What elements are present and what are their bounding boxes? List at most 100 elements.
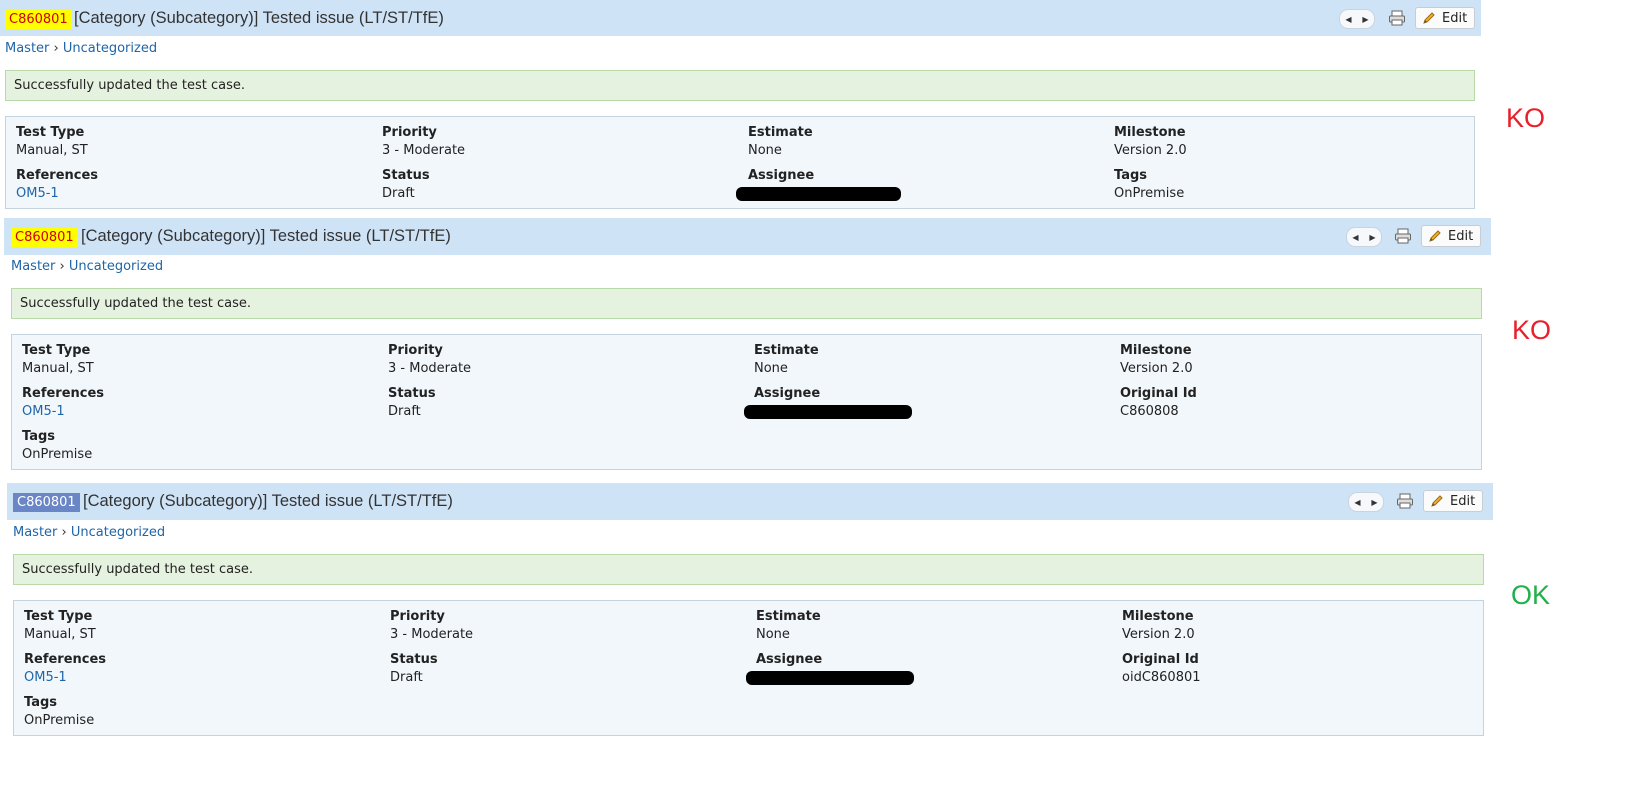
- breadcrumb: Master › Uncategorized: [13, 525, 165, 540]
- field-milestone: Milestone Version 2.0: [1120, 342, 1460, 378]
- field-value: Draft: [390, 670, 423, 685]
- chevron-right-icon[interactable]: ▶: [1357, 10, 1374, 28]
- field-estimate: Estimate None: [754, 342, 1094, 378]
- field-tags: Tags OnPremise: [22, 428, 362, 464]
- field-original-id: Original Id oidC860801: [1122, 651, 1462, 687]
- field-assignee: Assignee: [748, 167, 1088, 185]
- field-value: 3 - Moderate: [382, 143, 466, 158]
- field-value: oidC860801: [1122, 670, 1201, 685]
- field-milestone: Milestone Version 2.0: [1122, 608, 1462, 644]
- field-priority: Priority 3 - Moderate: [382, 124, 722, 160]
- field-label: Estimate: [754, 343, 819, 358]
- field-assignee: Assignee: [756, 651, 1096, 669]
- field-original-id: Original Id C860808: [1120, 385, 1460, 421]
- breadcrumb-uncategorized-link[interactable]: Uncategorized: [63, 41, 157, 56]
- edit-button[interactable]: Edit: [1421, 225, 1481, 247]
- field-label: Priority: [390, 609, 445, 624]
- printer-icon[interactable]: [1396, 492, 1414, 510]
- field-label: Priority: [382, 125, 437, 140]
- breadcrumb-master-link[interactable]: Master: [13, 525, 57, 540]
- edit-button[interactable]: Edit: [1415, 7, 1475, 29]
- edit-button-label: Edit: [1442, 10, 1468, 26]
- field-label: Test Type: [24, 609, 93, 624]
- field-milestone: Milestone Version 2.0: [1114, 124, 1454, 160]
- chevron-right-icon[interactable]: ▶: [1364, 228, 1381, 246]
- field-status: Status Draft: [390, 651, 730, 687]
- field-label: Test Type: [16, 125, 85, 140]
- references-link[interactable]: OM5-1: [16, 185, 356, 203]
- field-value: Version 2.0: [1122, 627, 1195, 642]
- chevron-left-icon[interactable]: ◀: [1347, 228, 1364, 246]
- verdict-label-1: KO: [1506, 103, 1546, 133]
- field-test-type: Test Type Manual, ST: [22, 342, 362, 378]
- breadcrumb-master-link[interactable]: Master: [11, 259, 55, 274]
- field-value: Draft: [388, 404, 421, 419]
- field-tags: Tags OnPremise: [24, 694, 364, 730]
- field-label: Milestone: [1122, 609, 1194, 624]
- case-details-panel: Test Type Manual, ST Priority 3 - Modera…: [5, 116, 1475, 209]
- field-label: Tags: [24, 695, 58, 710]
- redacted-assignee: [746, 671, 914, 685]
- edit-button[interactable]: Edit: [1423, 490, 1483, 512]
- printer-icon[interactable]: [1388, 9, 1406, 27]
- field-value: None: [754, 361, 788, 376]
- field-priority: Priority 3 - Moderate: [390, 608, 730, 644]
- printer-icon[interactable]: [1394, 227, 1412, 245]
- case-navigation: ◀ ▶: [1339, 9, 1375, 29]
- field-value: C860808: [1120, 404, 1179, 419]
- case-navigation: ◀ ▶: [1348, 492, 1384, 512]
- field-priority: Priority 3 - Moderate: [388, 342, 728, 378]
- references-link[interactable]: OM5-1: [22, 403, 362, 421]
- breadcrumb-separator: ›: [53, 41, 59, 56]
- field-label: Status: [390, 652, 438, 667]
- case-id-badge: C860801: [11, 228, 78, 247]
- case-title: [Category (Subcategory)] Tested issue (L…: [74, 9, 444, 27]
- field-tags: Tags OnPremise: [1114, 167, 1454, 203]
- field-test-type: Test Type Manual, ST: [16, 124, 356, 160]
- field-label: Tags: [22, 429, 56, 444]
- field-references: References OM5-1: [16, 167, 356, 203]
- breadcrumb-master-link[interactable]: Master: [5, 41, 49, 56]
- field-value: OnPremise: [1114, 186, 1185, 201]
- field-label: Original Id: [1122, 652, 1199, 667]
- field-references: References OM5-1: [22, 385, 362, 421]
- edit-button-label: Edit: [1448, 228, 1474, 244]
- field-estimate: Estimate None: [748, 124, 1088, 160]
- breadcrumb: Master › Uncategorized: [11, 259, 163, 274]
- field-value: OnPremise: [24, 713, 95, 728]
- case-details-panel: Test Type Manual, ST Priority 3 - Modera…: [11, 334, 1482, 470]
- test-case-panel-3: C860801 [Category (Subcategory)] Tested …: [0, 483, 1560, 743]
- field-value: Version 2.0: [1120, 361, 1193, 376]
- field-value: Version 2.0: [1114, 143, 1187, 158]
- field-test-type: Test Type Manual, ST: [24, 608, 364, 644]
- redacted-assignee: [744, 405, 912, 419]
- field-value: Manual, ST: [24, 627, 96, 642]
- test-case-panel-1: C860801 [Category (Subcategory)] Tested …: [0, 0, 1560, 215]
- case-header-bar: C860801 [Category (Subcategory)] Tested …: [7, 483, 1493, 520]
- breadcrumb-separator: ›: [59, 259, 65, 274]
- field-label: Assignee: [748, 168, 815, 183]
- verdict-label-2: KO: [1512, 315, 1552, 345]
- chevron-left-icon[interactable]: ◀: [1340, 10, 1357, 28]
- field-label: References: [16, 168, 99, 183]
- breadcrumb: Master › Uncategorized: [5, 41, 157, 56]
- case-id-badge: C860801: [5, 10, 72, 29]
- case-navigation: ◀ ▶: [1346, 227, 1382, 247]
- field-label: Estimate: [748, 125, 813, 140]
- field-value: None: [748, 143, 782, 158]
- case-details-panel: Test Type Manual, ST Priority 3 - Modera…: [13, 600, 1484, 736]
- field-label: Status: [388, 386, 436, 401]
- field-label: Tags: [1114, 168, 1148, 183]
- test-case-panel-2: C860801 [Category (Subcategory)] Tested …: [0, 218, 1560, 478]
- chevron-left-icon[interactable]: ◀: [1349, 493, 1366, 511]
- pencil-icon: [1429, 230, 1441, 242]
- breadcrumb-uncategorized-link[interactable]: Uncategorized: [71, 525, 165, 540]
- breadcrumb-uncategorized-link[interactable]: Uncategorized: [69, 259, 163, 274]
- field-label: Milestone: [1114, 125, 1186, 140]
- field-references: References OM5-1: [24, 651, 364, 687]
- verdict-label-3: OK: [1511, 580, 1551, 610]
- case-title: [Category (Subcategory)] Tested issue (L…: [81, 227, 451, 245]
- references-link[interactable]: OM5-1: [24, 669, 364, 687]
- success-message: Successfully updated the test case.: [11, 288, 1482, 319]
- chevron-right-icon[interactable]: ▶: [1366, 493, 1383, 511]
